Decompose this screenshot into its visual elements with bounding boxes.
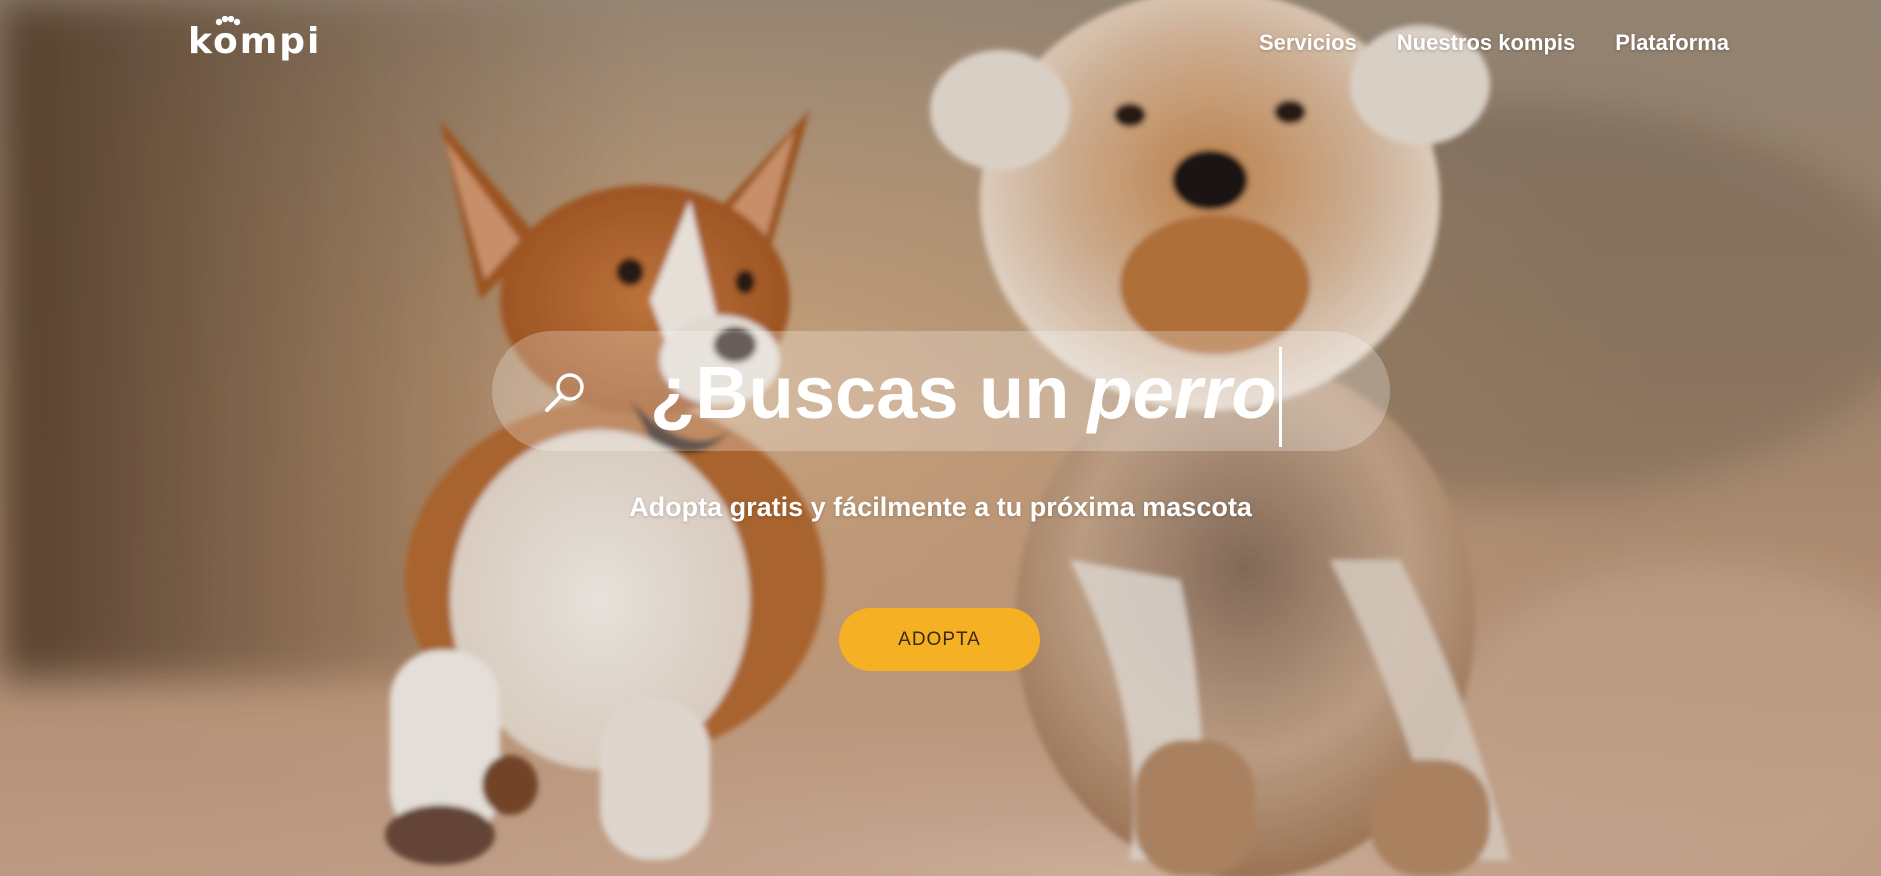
hero-subtitle: Adopta gratis y fácilmente a tu próxima … [629, 492, 1252, 522]
adopt-button[interactable]: ADOPTA [839, 608, 1040, 671]
search-typed-word: perro [1087, 351, 1277, 434]
search-icon[interactable] [542, 369, 588, 415]
search-headline[interactable]: ¿Buscas un perro [650, 347, 1282, 447]
search-prefix: ¿Buscas un [650, 351, 1070, 434]
site-header: kompi Servicios Nuestros kompis Platafor… [0, 0, 1881, 92]
nav-link-plataforma[interactable]: Plataforma [1615, 30, 1729, 56]
paw-icon [215, 16, 241, 26]
main-nav: Servicios Nuestros kompis Plataforma [1259, 30, 1729, 56]
nav-link-nuestros-kompis[interactable]: Nuestros kompis [1397, 30, 1576, 56]
search-bar[interactable]: ¿Buscas un perro [492, 331, 1390, 451]
hero-section: kompi Servicios Nuestros kompis Platafor… [0, 0, 1881, 876]
text-caret [1278, 347, 1282, 447]
logo[interactable]: kompi [188, 16, 322, 66]
logo-text: kompi [188, 21, 322, 62]
nav-link-servicios[interactable]: Servicios [1259, 30, 1357, 56]
